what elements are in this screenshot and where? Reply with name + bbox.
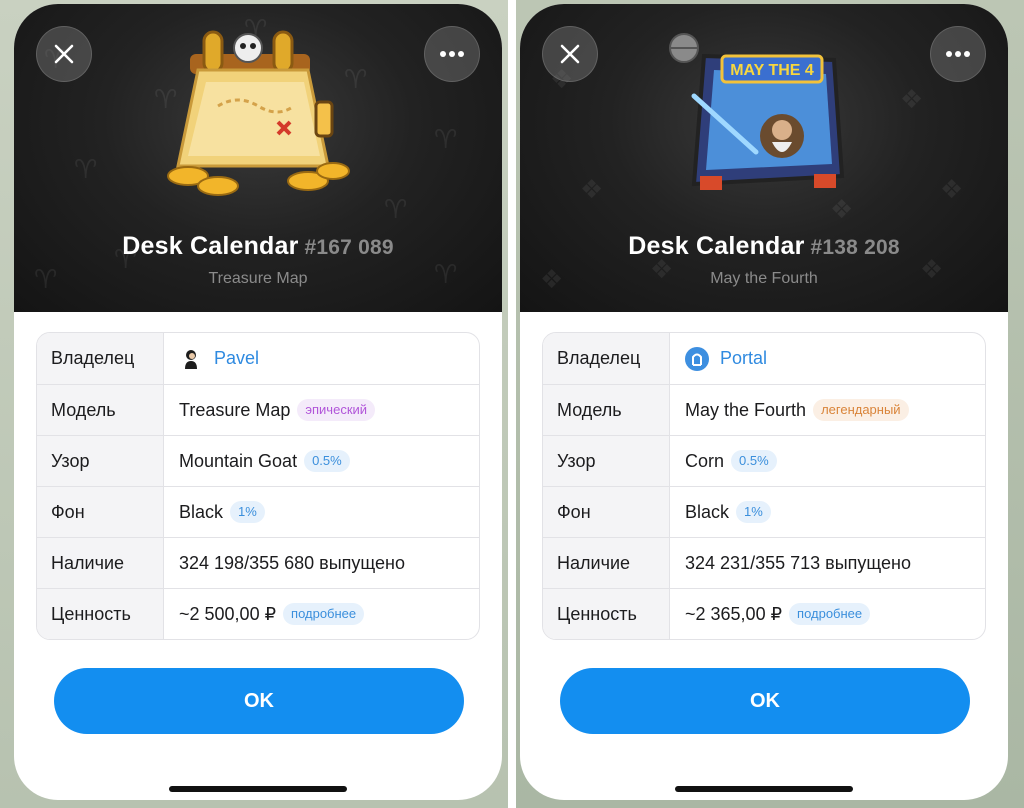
backdrop-rarity-badge: 1% bbox=[736, 501, 771, 523]
gift-sheet-right: ❖❖ ❖❖ ❖❖ ❖❖ ❖❖ MAY THE 4 bbox=[520, 4, 1008, 800]
gift-number: #138 208 bbox=[810, 236, 900, 259]
pattern-rarity-badge: 0.5% bbox=[304, 450, 350, 472]
gift-hero: ♈ ♈ ♈ ♈ ♈ ♈ ♈ ♈ ♈ ♈ Desk Calendar #167 0… bbox=[14, 4, 502, 312]
availability-value: 324 231/355 713 выпущено bbox=[685, 552, 911, 573]
pattern-name: Corn bbox=[685, 450, 725, 471]
pattern-label: Узор bbox=[37, 436, 164, 486]
backdrop-row: Фон Black 1% bbox=[37, 486, 479, 537]
pattern-name: Mountain Goat bbox=[179, 450, 298, 471]
pattern-row: Узор Corn 0.5% bbox=[543, 435, 985, 486]
owner-label: Владелец bbox=[37, 333, 164, 384]
user-avatar-icon bbox=[179, 347, 203, 371]
more-horizontal-icon bbox=[440, 51, 464, 57]
ok-button[interactable]: OK bbox=[54, 668, 464, 734]
value-row: Ценность ~2 500,00 ₽ подробнее bbox=[37, 588, 479, 639]
portal-avatar-icon bbox=[685, 346, 709, 371]
backdrop-label: Фон bbox=[37, 487, 164, 537]
gift-name: Desk Calendar bbox=[122, 232, 299, 260]
value-value: ~2 365,00 ₽ подробнее bbox=[670, 589, 985, 639]
model-value: May the Fourth легендарный bbox=[670, 385, 985, 435]
gift-info-table: Владелец Portal Модель May the Fourth ле… bbox=[542, 332, 986, 640]
value-amount: ~2 500,00 ₽ bbox=[179, 603, 277, 624]
value-amount: ~2 365,00 ₽ bbox=[685, 603, 783, 624]
availability-label: Наличие bbox=[543, 538, 670, 588]
model-name: May the Fourth bbox=[685, 399, 807, 420]
backdrop-name: Black bbox=[179, 501, 224, 522]
close-button[interactable] bbox=[542, 26, 598, 82]
availability-row: Наличие 324 198/355 680 выпущено bbox=[37, 537, 479, 588]
pattern-value: Corn 0.5% bbox=[670, 436, 985, 486]
model-row: Модель Treasure Map эпический bbox=[37, 384, 479, 435]
backdrop-name: Black bbox=[685, 501, 730, 522]
model-row: Модель May the Fourth легендарный bbox=[543, 384, 985, 435]
home-indicator bbox=[675, 786, 853, 792]
value-value: ~2 500,00 ₽ подробнее bbox=[164, 589, 479, 639]
value-label: Ценность bbox=[37, 589, 164, 639]
home-indicator bbox=[169, 786, 347, 792]
availability-label: Наличие bbox=[37, 538, 164, 588]
gift-title: Desk Calendar #167 089 bbox=[14, 232, 502, 261]
owner-name-link[interactable]: Portal bbox=[720, 348, 767, 369]
pattern-value: Mountain Goat 0.5% bbox=[164, 436, 479, 486]
owner-row: Владелец Pavel bbox=[37, 333, 479, 384]
model-name: Treasure Map bbox=[179, 399, 291, 420]
gift-hero: ❖❖ ❖❖ ❖❖ ❖❖ ❖❖ MAY THE 4 bbox=[520, 4, 1008, 312]
more-horizontal-icon bbox=[946, 51, 970, 57]
rarity-badge: легендарный bbox=[813, 399, 909, 421]
ok-button[interactable]: OK bbox=[560, 668, 970, 734]
rarity-badge: эпический bbox=[297, 399, 376, 421]
pattern-rarity-badge: 0.5% bbox=[731, 450, 777, 472]
gift-subtitle: May the Fourth bbox=[710, 270, 818, 287]
backdrop-value: Black 1% bbox=[670, 487, 985, 537]
more-button[interactable] bbox=[930, 26, 986, 82]
close-button[interactable] bbox=[36, 26, 92, 82]
screenshot-divider bbox=[508, 0, 516, 808]
svg-text:MAY THE 4: MAY THE 4 bbox=[730, 62, 814, 79]
owner-value[interactable]: Pavel bbox=[164, 333, 479, 384]
gift-info-table: Владелец Pavel Модель Treasure Map эпиче… bbox=[36, 332, 480, 640]
owner-row: Владелец Portal bbox=[543, 333, 985, 384]
gift-subtitle: Treasure Map bbox=[208, 270, 308, 287]
model-label: Модель bbox=[543, 385, 670, 435]
close-icon bbox=[560, 44, 580, 64]
close-icon bbox=[54, 44, 74, 64]
owner-value[interactable]: Portal bbox=[670, 333, 985, 384]
availability-value: 324 198/355 680 выпущено bbox=[179, 552, 405, 573]
may-the-fourth-calendar-icon: MAY THE 4 bbox=[669, 33, 845, 190]
model-value: Treasure Map эпический bbox=[164, 385, 479, 435]
availability-row: Наличие 324 231/355 713 выпущено bbox=[543, 537, 985, 588]
backdrop-row: Фон Black 1% bbox=[543, 486, 985, 537]
pattern-row: Узор Mountain Goat 0.5% bbox=[37, 435, 479, 486]
treasure-map-calendar-icon bbox=[167, 30, 350, 196]
value-row: Ценность ~2 365,00 ₽ подробнее bbox=[543, 588, 985, 639]
model-label: Модель bbox=[37, 385, 164, 435]
owner-name-link[interactable]: Pavel bbox=[214, 348, 259, 369]
gift-sheet-left: ♈ ♈ ♈ ♈ ♈ ♈ ♈ ♈ ♈ ♈ Desk Calendar #167 0… bbox=[14, 4, 502, 800]
gift-title: Desk Calendar #138 208 bbox=[520, 232, 1008, 261]
backdrop-label: Фон bbox=[543, 487, 670, 537]
value-label: Ценность bbox=[543, 589, 670, 639]
owner-label: Владелец bbox=[543, 333, 670, 384]
pattern-label: Узор bbox=[543, 436, 670, 486]
details-badge-button[interactable]: подробнее bbox=[789, 603, 871, 625]
gift-number: #167 089 bbox=[304, 236, 394, 259]
backdrop-rarity-badge: 1% bbox=[230, 501, 265, 523]
details-badge-button[interactable]: подробнее bbox=[283, 603, 365, 625]
backdrop-value: Black 1% bbox=[164, 487, 479, 537]
gift-name: Desk Calendar bbox=[628, 232, 805, 260]
more-button[interactable] bbox=[424, 26, 480, 82]
